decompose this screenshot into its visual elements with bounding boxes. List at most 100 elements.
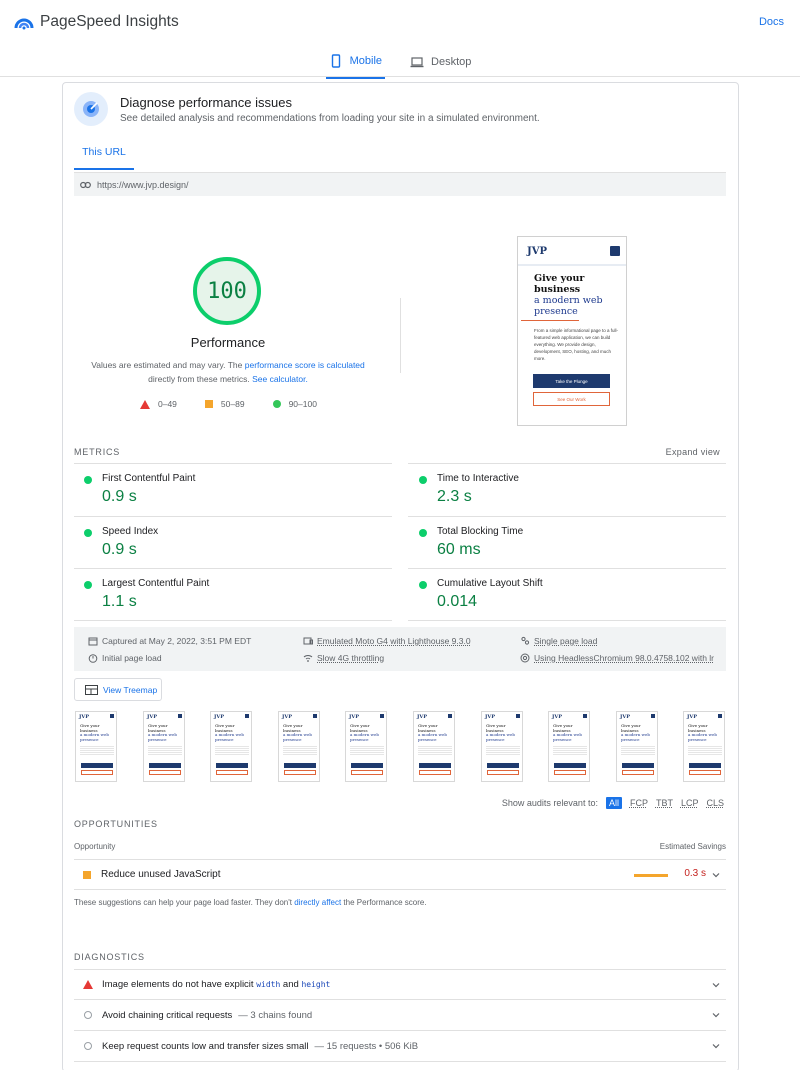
frame-heading: Give your business a modern web presence (148, 723, 177, 742)
frame-menu-icon (110, 714, 114, 718)
tab-mobile[interactable]: Mobile (325, 50, 386, 79)
filmstrip-frame: JVP Give your business a modern web presen… (143, 711, 185, 782)
metric-name: First Contentful Paint (102, 473, 196, 484)
metrics-divider (74, 568, 392, 569)
metrics-divider (74, 516, 392, 517)
frame-menu-icon (245, 714, 249, 718)
frame-primary-button (419, 763, 451, 768)
chevron-down-icon[interactable] (712, 981, 720, 989)
filter-chip-fcp[interactable]: FCP (630, 798, 648, 808)
note-text-2: the Performance score. (341, 898, 427, 907)
diagnostic-row[interactable]: Keep request counts low and transfer siz… (74, 1031, 726, 1062)
site-logo: JVP (527, 246, 548, 257)
preview-heading-2: a modern web presence (534, 295, 603, 317)
preview-body: From a simple informational page to a fu… (534, 328, 619, 361)
legend-fail: 0–49 (140, 399, 177, 409)
opportunity-row[interactable]: Reduce unused JavaScript 0.3 s (74, 859, 726, 890)
initial-load-text: Initial page load (102, 653, 162, 663)
frame-menu-icon (380, 714, 384, 718)
frame-logo: JVP (552, 714, 563, 720)
network-throttling[interactable]: Slow 4G throttling (303, 653, 384, 663)
expand-view-toggle[interactable]: Expand view (666, 447, 720, 457)
app-title: PageSpeed Insights (40, 13, 179, 30)
frame-logo: JVP (214, 714, 225, 720)
browser-version[interactable]: Using HeadlessChromium 98.0.4758.102 wit… (520, 653, 714, 663)
filmstrip-frame: JVP Give your business a modern web presen… (278, 711, 320, 782)
frame-secondary-button (284, 770, 316, 775)
frame-logo: JVP (147, 714, 158, 720)
frame-menu-icon (313, 714, 317, 718)
top-bar: PageSpeed Insights Docs (0, 0, 800, 44)
filter-chip-cls[interactable]: CLS (706, 798, 724, 808)
runtime-settings: Captured at May 2, 2022, 3:51 PM EDT Ini… (74, 627, 726, 671)
tab-this-url[interactable]: This URL (74, 146, 134, 170)
frame-secondary-button (81, 770, 113, 775)
metrics-divider (74, 620, 392, 621)
docs-link[interactable]: Docs (759, 16, 784, 28)
opportunities-note: These suggestions can help your page loa… (74, 898, 427, 907)
chevron-down-icon[interactable] (712, 1011, 720, 1019)
frame-primary-button (689, 763, 721, 768)
frame-menu-icon (178, 714, 182, 718)
frame-body (350, 746, 384, 756)
score-legend: 0–49 50–89 90–100 (140, 399, 317, 409)
captured-text: Captured at May 2, 2022, 3:51 PM EDT (102, 636, 252, 646)
vertical-divider (400, 298, 401, 373)
diagnostic-row[interactable]: Avoid chaining critical requests — 3 cha… (74, 1000, 726, 1031)
tab-desktop-label: Desktop (431, 56, 472, 68)
frame-logo: JVP (687, 714, 698, 720)
frame-heading: Give your business a modern web presence (418, 723, 447, 742)
pass-dot-icon (84, 529, 92, 537)
triangle-icon (140, 399, 150, 409)
timer-icon (88, 654, 98, 663)
preview-divider (518, 264, 626, 266)
filmstrip-frame: JVP Give your business a modern web presen… (683, 711, 725, 782)
filter-chip-tbt[interactable]: TBT (656, 798, 673, 808)
directly-affect-link[interactable]: directly affect (294, 898, 341, 907)
filter-chip-all[interactable]: All (605, 797, 622, 809)
metric-value: 0.9 s (102, 488, 137, 505)
see-calculator-link[interactable]: See calculator. (252, 374, 308, 384)
tab-desktop[interactable]: Desktop (407, 50, 474, 79)
filmstrip-frame: JVP Give your business a modern web presen… (345, 711, 387, 782)
frame-heading: Give your business a modern web presence (80, 723, 109, 742)
savings-value: 0.3 s (684, 868, 706, 879)
metrics-divider (74, 463, 392, 464)
preview-accent-line (521, 320, 579, 321)
chevron-down-icon[interactable] (712, 871, 720, 879)
legend-pass-range: 90–100 (288, 399, 317, 409)
single-page-load[interactable]: Single page load (520, 636, 597, 646)
filmstrip-frame: JVP Give your business a modern web presen… (75, 711, 117, 782)
diagnostic-detail: — 3 chains found (238, 1009, 313, 1021)
metric-value: 0.9 s (102, 541, 137, 558)
diagnostic-title: Keep request counts low and transfer siz… (102, 1040, 309, 1052)
emulated-device[interactable]: Emulated Moto G4 with Lighthouse 9.3.0 (303, 636, 471, 646)
frame-heading: Give your business a modern web presence (621, 723, 650, 742)
brand[interactable]: PageSpeed Insights (14, 12, 179, 32)
metrics-divider (408, 620, 726, 621)
frame-primary-button (284, 763, 316, 768)
diagnostic-title: Image elements do not have explicit widt… (102, 979, 331, 990)
frame-menu-icon (583, 714, 587, 718)
score-calculated-link[interactable]: performance score is calculated (245, 360, 365, 370)
metrics-divider (408, 516, 726, 517)
preview-heading: Give your business a modern web presence (534, 273, 622, 317)
preview-primary-button: Take the Plunge (533, 374, 610, 388)
frame-secondary-button (216, 770, 248, 775)
view-treemap-button[interactable]: View Treemap (74, 678, 162, 701)
metric-value: 0.014 (437, 593, 478, 610)
col-estimated-savings: Estimated Savings (659, 842, 726, 851)
metric-value: 2.3 s (437, 488, 472, 505)
final-screenshot: JVP Give your business a modern web pres… (517, 236, 627, 426)
chevron-down-icon[interactable] (712, 1042, 720, 1050)
metric-name: Total Blocking Time (437, 526, 524, 537)
frame-logo: JVP (485, 714, 496, 720)
opportunity-title: Reduce unused JavaScript (101, 869, 221, 880)
frame-logo: JVP (282, 714, 293, 720)
frame-menu-icon (718, 714, 722, 718)
filter-chip-lcp[interactable]: LCP (681, 798, 699, 808)
pagespeed-logo-icon (14, 18, 34, 30)
diagnostic-row[interactable]: Image elements do not have explicit widt… (74, 969, 726, 1000)
frame-menu-icon (448, 714, 452, 718)
frame-menu-icon (651, 714, 655, 718)
